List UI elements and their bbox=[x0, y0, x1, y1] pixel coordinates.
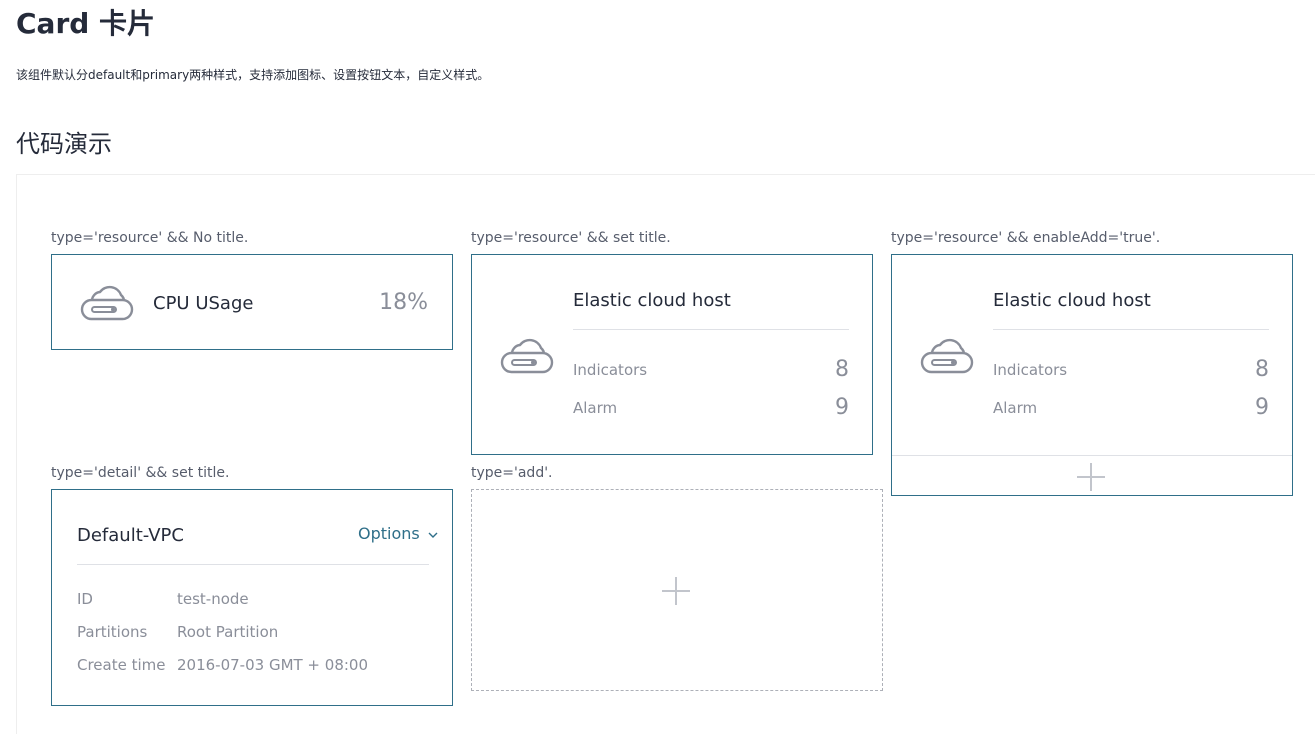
card-add-button[interactable] bbox=[892, 455, 1292, 496]
page-title: Card 卡片 bbox=[16, 7, 156, 40]
chevron-down-icon bbox=[428, 531, 438, 539]
detail-card[interactable]: Default-VPC Options ID test-node Partiti… bbox=[51, 489, 453, 706]
card-title: Elastic cloud host bbox=[993, 290, 1151, 311]
demo-caption: type='add'. bbox=[471, 465, 553, 481]
indicator-label: Indicators bbox=[993, 361, 1068, 379]
card-title: Default-VPC bbox=[77, 525, 184, 546]
detail-value: test-node bbox=[177, 590, 249, 608]
card-label: CPU USage bbox=[153, 293, 254, 314]
divider bbox=[573, 329, 849, 330]
demo-caption: type='resource' && set title. bbox=[471, 230, 671, 246]
cloud-host-icon bbox=[500, 335, 554, 375]
resource-card[interactable]: Elastic cloud host Indicators 8 Alarm 9 bbox=[891, 254, 1293, 496]
detail-label: Partitions bbox=[77, 623, 148, 641]
page-description: 该组件默认分default和primary两种样式，支持添加图标、设置按钮文本，… bbox=[16, 68, 490, 82]
section-title: 代码演示 bbox=[16, 130, 112, 158]
detail-value: 2016-07-03 GMT + 08:00 bbox=[177, 656, 369, 674]
indicator-value: 8 bbox=[835, 357, 849, 382]
indicator-value: 9 bbox=[1255, 395, 1269, 420]
plus-icon bbox=[1076, 462, 1106, 492]
card-value: 18% bbox=[379, 290, 428, 315]
detail-label: Create time bbox=[77, 656, 166, 674]
indicator-value: 9 bbox=[835, 395, 849, 420]
cloud-host-icon bbox=[80, 282, 134, 322]
options-label: Options bbox=[358, 524, 420, 543]
resource-card[interactable]: CPU USage 18% bbox=[51, 254, 453, 350]
resource-card[interactable]: Elastic cloud host Indicators 8 Alarm 9 bbox=[471, 254, 873, 455]
indicator-label: Indicators bbox=[573, 361, 648, 379]
demo-caption: type='detail' && set title. bbox=[51, 465, 230, 481]
detail-value: Root Partition bbox=[177, 623, 279, 641]
detail-label: ID bbox=[77, 590, 93, 608]
demo-caption: type='resource' && No title. bbox=[51, 230, 249, 246]
divider bbox=[77, 564, 429, 565]
indicator-label: Alarm bbox=[993, 399, 1038, 417]
add-card[interactable] bbox=[471, 489, 883, 691]
demo-caption: type='resource' && enableAdd='true'. bbox=[891, 230, 1161, 246]
indicator-value: 8 bbox=[1255, 357, 1269, 382]
plus-icon bbox=[661, 576, 691, 606]
options-dropdown[interactable]: Options bbox=[358, 523, 438, 545]
indicator-label: Alarm bbox=[573, 399, 618, 417]
card-title: Elastic cloud host bbox=[573, 290, 731, 311]
cloud-host-icon bbox=[920, 335, 974, 375]
divider bbox=[993, 329, 1269, 330]
